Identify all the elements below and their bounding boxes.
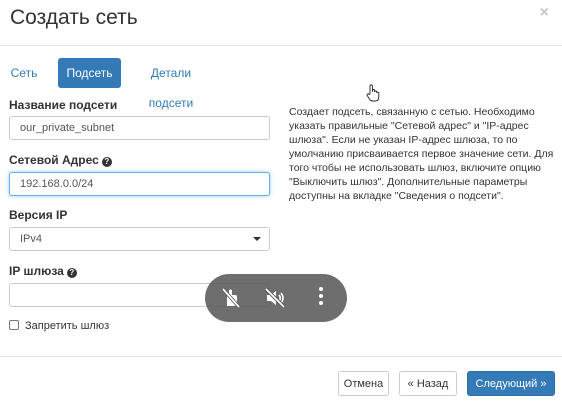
- disable-gateway-label: Запретить шлюз: [25, 320, 110, 332]
- subnet-name-label: Название подсети: [9, 98, 118, 112]
- close-icon[interactable]: ×: [540, 4, 549, 22]
- tab-network[interactable]: Сеть: [10, 58, 38, 88]
- chevron-down-icon: [253, 237, 261, 241]
- ip-version-value: IPv4: [20, 233, 43, 245]
- disable-gateway-row[interactable]: Запретить шлюз: [9, 320, 109, 332]
- media-control-overlay: [205, 274, 347, 322]
- network-address-input[interactable]: 192.168.0.0/24: [9, 172, 270, 196]
- subnet-name-input[interactable]: our_private_subnet: [9, 116, 270, 140]
- hand-off-icon[interactable]: [219, 286, 243, 310]
- back-button[interactable]: « Назад: [399, 371, 457, 396]
- gateway-ip-label-text: IP шлюза: [9, 264, 64, 278]
- network-address-label-text: Сетевой Адрес: [9, 153, 99, 167]
- gateway-ip-label: IP шлюза?: [9, 264, 77, 278]
- dialog-title: Создать сеть: [10, 6, 138, 29]
- next-button[interactable]: Следующий »: [467, 371, 555, 396]
- help-icon[interactable]: ?: [101, 157, 112, 167]
- mute-icon[interactable]: [263, 286, 287, 310]
- more-vertical-icon[interactable]: [317, 287, 325, 308]
- tab-subnet-details[interactable]: Детали подсети: [132, 58, 210, 110]
- network-address-label: Сетевой Адрес?: [9, 153, 112, 167]
- tab-subnet[interactable]: Подсеть: [58, 58, 121, 88]
- subnet-description: Создает подсеть, связанную с сетью. Необ…: [289, 106, 554, 202]
- dialog-header: Создать сеть ×: [0, 0, 562, 46]
- ip-version-select[interactable]: IPv4: [9, 227, 270, 251]
- hand-cursor-icon: [366, 84, 380, 102]
- ip-version-label: Версия IP: [9, 208, 68, 222]
- disable-gateway-checkbox[interactable]: [9, 320, 19, 330]
- cancel-button[interactable]: Отмена: [338, 371, 389, 396]
- help-icon[interactable]: ?: [66, 268, 77, 278]
